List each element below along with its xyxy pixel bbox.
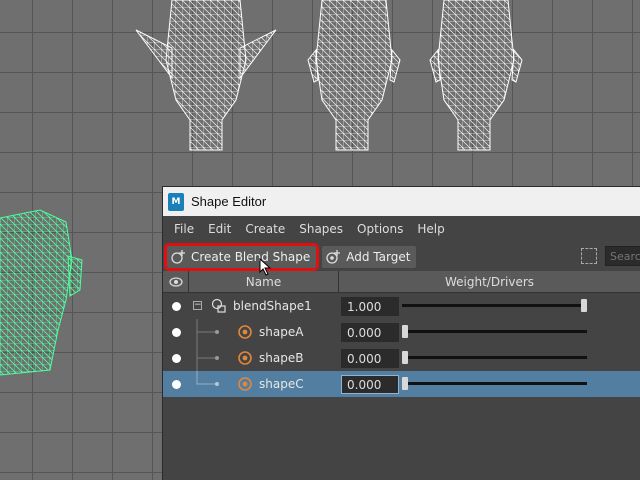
weight-field[interactable]: 0.000 bbox=[341, 322, 399, 342]
slider-track bbox=[402, 382, 587, 385]
shape-editor-window: M Shape Editor File Edit Create Shapes O… bbox=[162, 186, 640, 480]
weight-slider[interactable] bbox=[402, 298, 587, 314]
row-label: shapeC bbox=[259, 377, 304, 391]
tree-connector bbox=[196, 345, 219, 371]
head-1 bbox=[135, 0, 277, 151]
create-blend-shape-label: Create Blend Shape bbox=[191, 249, 311, 264]
visibility-dot-icon bbox=[171, 379, 181, 389]
table-header: Name Weight/Drivers bbox=[163, 271, 640, 293]
target-shape-icon bbox=[238, 351, 252, 365]
blend-shape-add-icon bbox=[169, 248, 187, 266]
tree-connector bbox=[196, 371, 219, 386]
collapse-icon[interactable]: − bbox=[193, 301, 202, 310]
visibility-toggle[interactable] bbox=[163, 379, 189, 389]
visibility-toggle[interactable] bbox=[163, 327, 189, 337]
target-add-icon bbox=[324, 248, 342, 266]
target-shape-icon bbox=[238, 325, 252, 339]
add-target-label: Add Target bbox=[346, 249, 411, 264]
slider-track bbox=[402, 330, 587, 333]
weight-slider[interactable] bbox=[402, 324, 587, 340]
weight-field[interactable]: 1.000 bbox=[341, 296, 399, 316]
search-input[interactable] bbox=[605, 246, 640, 266]
weight-slider[interactable] bbox=[402, 350, 587, 366]
row-label: shapeA bbox=[259, 325, 304, 339]
row-weight-cell: 0.000 bbox=[339, 371, 640, 397]
table-row[interactable]: − blendShape1 1.000 bbox=[163, 293, 640, 319]
toolbar: Create Blend Shape Add Target bbox=[163, 242, 640, 276]
window-titlebar[interactable]: M Shape Editor bbox=[163, 187, 640, 216]
menu-shapes[interactable]: Shapes bbox=[292, 222, 350, 236]
create-blend-shape-button[interactable]: Create Blend Shape bbox=[163, 242, 320, 271]
weight-slider[interactable] bbox=[402, 376, 587, 392]
visibility-dot-icon bbox=[171, 301, 181, 311]
row-weight-cell: 1.000 bbox=[339, 293, 640, 319]
slider-track bbox=[402, 356, 587, 359]
menu-options[interactable]: Options bbox=[350, 222, 410, 236]
target-shape-icon bbox=[238, 377, 252, 391]
head-2 bbox=[307, 0, 401, 151]
menu-file[interactable]: File bbox=[167, 222, 201, 236]
frame-selection-icon[interactable] bbox=[581, 248, 597, 264]
row-label: blendShape1 bbox=[233, 299, 312, 313]
row-name-cell[interactable]: shapeA bbox=[189, 319, 339, 345]
eye-icon bbox=[168, 276, 183, 287]
visibility-toggle[interactable] bbox=[163, 353, 189, 363]
menu-help[interactable]: Help bbox=[410, 222, 451, 236]
weight-field[interactable]: 0.000 bbox=[341, 348, 399, 368]
weight-drivers-column-header[interactable]: Weight/Drivers bbox=[339, 271, 640, 293]
row-weight-cell: 0.000 bbox=[339, 319, 640, 345]
menu-edit[interactable]: Edit bbox=[201, 222, 238, 236]
blend-shape-node-icon bbox=[211, 298, 226, 313]
add-target-button[interactable]: Add Target bbox=[322, 245, 417, 268]
slider-handle[interactable] bbox=[581, 299, 587, 312]
row-name-cell[interactable]: shapeC bbox=[189, 371, 339, 397]
slider-handle[interactable] bbox=[402, 325, 408, 338]
window-title: Shape Editor bbox=[191, 194, 267, 209]
menu-create[interactable]: Create bbox=[238, 222, 292, 236]
visibility-dot-icon bbox=[171, 327, 181, 337]
visibility-column-header[interactable] bbox=[163, 271, 189, 292]
slider-track bbox=[402, 304, 587, 307]
table-row[interactable]: shapeB 0.000 bbox=[163, 345, 640, 371]
row-name-cell[interactable]: shapeB bbox=[189, 345, 339, 371]
maya-app-icon: M bbox=[168, 192, 184, 211]
head-selected bbox=[0, 209, 83, 376]
row-name-cell[interactable]: − blendShape1 bbox=[189, 293, 339, 319]
row-label: shapeB bbox=[259, 351, 304, 365]
search-area bbox=[581, 246, 640, 266]
slider-handle[interactable] bbox=[402, 351, 408, 364]
slider-handle[interactable] bbox=[402, 377, 408, 390]
table-row-selected[interactable]: shapeC 0.000 bbox=[163, 371, 640, 397]
head-3 bbox=[429, 0, 523, 151]
visibility-toggle[interactable] bbox=[163, 301, 189, 311]
menubar: File Edit Create Shapes Options Help bbox=[163, 216, 640, 242]
tree-connector bbox=[196, 319, 219, 345]
row-weight-cell: 0.000 bbox=[339, 345, 640, 371]
table-row[interactable]: shapeA 0.000 bbox=[163, 319, 640, 345]
visibility-dot-icon bbox=[171, 353, 181, 363]
weight-field[interactable]: 0.000 bbox=[341, 374, 399, 394]
mouse-cursor-icon bbox=[259, 258, 272, 276]
